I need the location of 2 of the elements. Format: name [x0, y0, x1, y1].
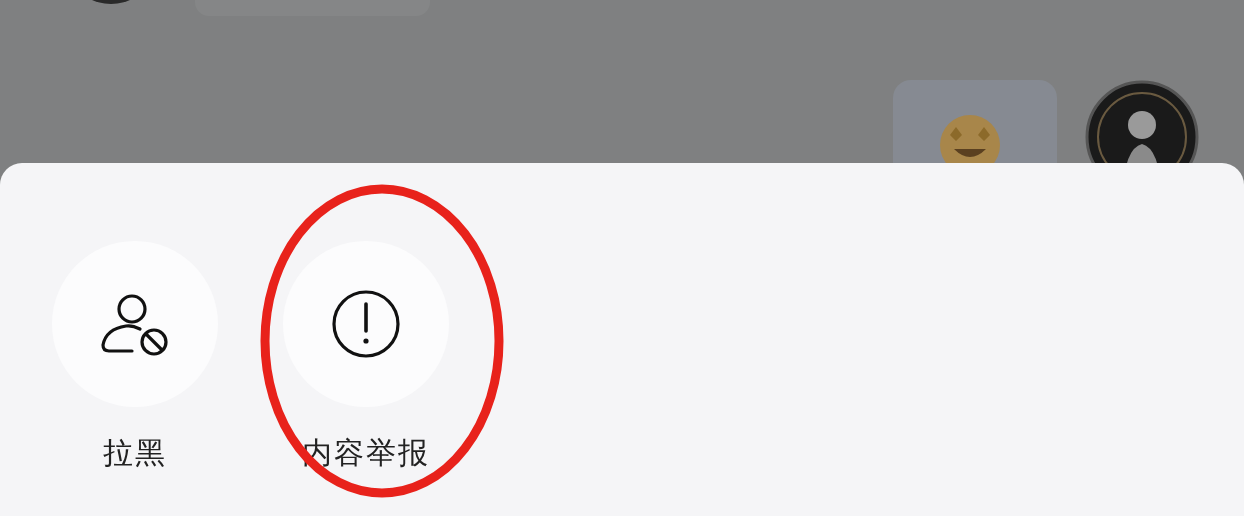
warning-icon	[331, 289, 401, 359]
action-label: 拉黑	[103, 434, 167, 472]
